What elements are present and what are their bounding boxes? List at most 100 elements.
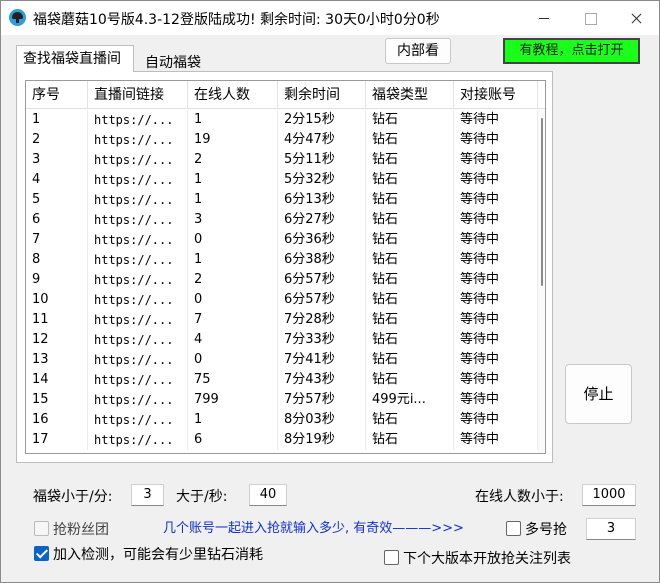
table-row[interactable]: 10 https://... 0 6分57秒 钻石 等待中	[26, 290, 538, 310]
scrollbar-thumb[interactable]	[541, 118, 543, 286]
multi-grab-label[interactable]: 多号抢	[525, 519, 567, 539]
cell-account: 等待中	[454, 210, 538, 230]
cell-type: 钻石	[366, 170, 454, 190]
cell-type: 499元i...	[366, 390, 454, 410]
cell-link: https://...	[88, 270, 188, 290]
cell-type: 钻石	[366, 290, 454, 310]
table-row[interactable]: 15 https://... 799 7分57秒 499元i... 等待中	[26, 390, 538, 410]
minimize-icon[interactable]	[521, 1, 567, 35]
cell-online: 3	[188, 210, 278, 230]
online-less-input[interactable]: 1000	[582, 484, 636, 506]
tutorial-button[interactable]: 有教程，点击打开	[503, 38, 640, 64]
cell-account: 等待中	[454, 410, 538, 430]
cell-index: 14	[26, 370, 88, 390]
multi-grab-count-input[interactable]: 3	[586, 518, 636, 540]
cell-online: 19	[188, 130, 278, 150]
cell-online: 1	[188, 190, 278, 210]
inner-view-button[interactable]: 内部看	[385, 38, 451, 64]
cell-online: 75	[188, 370, 278, 390]
cell-type: 钻石	[366, 190, 454, 210]
cell-remaining: 5分32秒	[278, 170, 366, 190]
cell-online: 4	[188, 330, 278, 350]
cell-account: 等待中	[454, 170, 538, 190]
table-row[interactable]: 17 https://... 6 8分19秒 钻石 等待中	[26, 430, 538, 450]
table-row[interactable]: 13 https://... 0 7分41秒 钻石 等待中	[26, 350, 538, 370]
cell-account: 等待中	[454, 250, 538, 270]
grab-fans-checkbox[interactable]	[34, 521, 49, 536]
cell-index: 16	[26, 410, 88, 430]
cell-link: https://...	[88, 430, 188, 450]
cell-link: https://...	[88, 190, 188, 210]
cell-type: 钻石	[366, 430, 454, 450]
column-header-link[interactable]: 直播间链接	[88, 81, 188, 109]
maximize-icon[interactable]	[567, 1, 613, 35]
cell-link: https://...	[88, 350, 188, 370]
column-header-index[interactable]: 序号	[26, 81, 88, 109]
cell-link: https://...	[88, 130, 188, 150]
table-row[interactable]: 4 https://... 1 5分32秒 钻石 等待中	[26, 170, 538, 190]
cell-link: https://...	[88, 370, 188, 390]
cell-index: 13	[26, 350, 88, 370]
cell-online: 0	[188, 230, 278, 250]
cell-type: 钻石	[366, 130, 454, 150]
stop-button[interactable]: 停止	[565, 364, 632, 424]
cell-remaining: 8分03秒	[278, 410, 366, 430]
table-scrollbar[interactable]	[538, 110, 545, 453]
table-row[interactable]: 16 https://... 1 8分03秒 钻石 等待中	[26, 410, 538, 430]
tab-panel: 序号 直播间链接 在线人数 剩余时间 福袋类型 对接账号 1 https://..…	[16, 71, 553, 463]
cell-remaining: 7分43秒	[278, 370, 366, 390]
join-detect-label[interactable]: 加入检测，可能会有少里钻石消耗	[53, 544, 263, 564]
table-row[interactable]: 3 https://... 2 5分11秒 钻石 等待中	[26, 150, 538, 170]
bag-less-minutes-input[interactable]: 3	[131, 484, 164, 506]
main-window: 福袋蘑菇10号版4.3-12登版陆成功! 剩余时间: 30天0小时0分0秒 查找…	[0, 0, 660, 583]
grab-fans-label[interactable]: 抢粉丝团	[53, 519, 109, 539]
cell-type: 钻石	[366, 270, 454, 290]
cell-link: https://...	[88, 230, 188, 250]
table-row[interactable]: 2 https://... 19 4分47秒 钻石 等待中	[26, 130, 538, 150]
cell-type: 钻石	[366, 370, 454, 390]
cell-link: https://...	[88, 250, 188, 270]
cell-online: 1	[188, 170, 278, 190]
tab-find-live-room[interactable]: 查找福袋直播间	[16, 45, 134, 72]
title-bar[interactable]: 福袋蘑菇10号版4.3-12登版陆成功! 剩余时间: 30天0小时0分0秒	[1, 1, 659, 35]
cell-account: 等待中	[454, 190, 538, 210]
table-row[interactable]: 14 https://... 75 7分43秒 钻石 等待中	[26, 370, 538, 390]
column-header-online[interactable]: 在线人数	[188, 81, 278, 109]
table-row[interactable]: 5 https://... 1 6分13秒 钻石 等待中	[26, 190, 538, 210]
cell-link: https://...	[88, 410, 188, 430]
online-less-label: 在线人数小于:	[475, 489, 564, 505]
table-row[interactable]: 12 https://... 4 7分33秒 钻石 等待中	[26, 330, 538, 350]
cell-index: 2	[26, 130, 88, 150]
greater-seconds-label: 大于/秒:	[176, 489, 228, 505]
column-header-remaining[interactable]: 剩余时间	[278, 81, 366, 109]
cell-type: 钻石	[366, 230, 454, 250]
table-row[interactable]: 8 https://... 1 6分38秒 钻石 等待中	[26, 250, 538, 270]
cell-online: 1	[188, 410, 278, 430]
cell-type: 钻石	[366, 210, 454, 230]
greater-seconds-input[interactable]: 40	[249, 484, 287, 506]
table-row[interactable]: 9 https://... 2 6分57秒 钻石 等待中	[26, 270, 538, 290]
cell-type: 钻石	[366, 310, 454, 330]
table-row[interactable]: 7 https://... 0 6分36秒 钻石 等待中	[26, 230, 538, 250]
table-row[interactable]: 11 https://... 7 7分28秒 钻石 等待中	[26, 310, 538, 330]
next-version-checkbox[interactable]	[384, 550, 399, 565]
table-row[interactable]: 6 https://... 3 6分27秒 钻石 等待中	[26, 210, 538, 230]
column-header-type[interactable]: 福袋类型	[366, 81, 454, 109]
cell-index: 4	[26, 170, 88, 190]
cell-remaining: 7分28秒	[278, 310, 366, 330]
multi-grab-checkbox[interactable]	[506, 521, 521, 536]
cell-remaining: 6分36秒	[278, 230, 366, 250]
checkmark-icon[interactable]	[34, 546, 49, 561]
cell-type: 钻石	[366, 330, 454, 350]
cell-online: 1	[188, 250, 278, 270]
close-icon[interactable]	[613, 1, 659, 35]
cell-account: 等待中	[454, 310, 538, 330]
cell-account: 等待中	[454, 350, 538, 370]
live-room-table: 序号 直播间链接 在线人数 剩余时间 福袋类型 对接账号 1 https://..…	[25, 80, 546, 454]
cell-remaining: 7分33秒	[278, 330, 366, 350]
next-version-label[interactable]: 下个大版本开放抢关注列表	[403, 548, 571, 568]
cell-remaining: 8分19秒	[278, 430, 366, 450]
cell-remaining: 4分47秒	[278, 130, 366, 150]
table-row[interactable]: 1 https://... 1 2分15秒 钻石 等待中	[26, 110, 538, 130]
column-header-account[interactable]: 对接账号	[454, 81, 538, 109]
